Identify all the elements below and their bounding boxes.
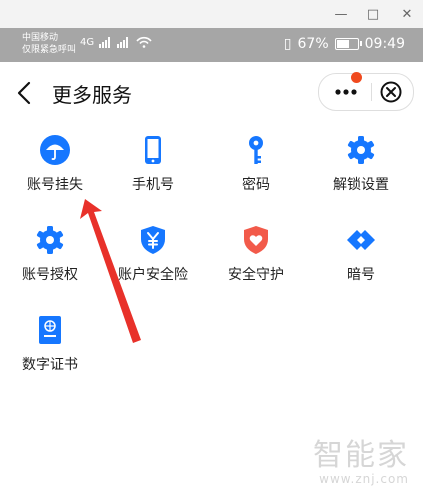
link-diamond-icon (347, 230, 375, 250)
signal-indicator: 4G (80, 36, 161, 48)
mini-program-capsule (318, 72, 414, 111)
battery-icon (334, 38, 362, 50)
close-window-button[interactable]: ✕ (396, 3, 418, 25)
circle-close-icon (380, 81, 402, 103)
service-label: 数字证书 (22, 357, 78, 373)
service-label: 账户安全险 (118, 267, 188, 283)
maximize-icon: □ (366, 6, 380, 22)
service-account-loss[interactable]: 账号挂失 (5, 126, 105, 212)
clock: 09:49 (364, 36, 405, 52)
status-bar: 中国移动 仅限紧急呼叫 4G ▯ 67% 09:49 (0, 28, 423, 62)
window-title-bar: — □ ✕ (0, 0, 423, 29)
network-type: 4G (80, 37, 95, 48)
watermark-url: www.znj.com (319, 472, 409, 486)
carrier-status: 仅限紧急呼叫 (22, 45, 77, 55)
carrier-info: 中国移动 仅限紧急呼叫 (22, 32, 76, 56)
mobile-phone-icon (145, 136, 161, 164)
yuan-shield-icon (141, 226, 165, 254)
gear-icon (347, 136, 375, 164)
service-label: 解锁设置 (333, 177, 389, 193)
service-account-insurance[interactable]: 账户安全险 (103, 216, 203, 302)
watermark: 智能家 www.znj.com (313, 438, 409, 487)
umbrella-icon (40, 135, 70, 165)
close-button[interactable] (379, 80, 403, 104)
maximize-button[interactable]: □ (362, 3, 384, 25)
service-label: 手机号 (132, 177, 174, 193)
chevron-left-icon (17, 81, 31, 105)
service-label: 安全守护 (228, 267, 284, 283)
minimize-icon: — (334, 6, 348, 22)
service-label: 暗号 (347, 267, 375, 283)
status-right: ▯ 67% 09:49 (284, 36, 405, 52)
service-secret-code[interactable]: 暗号 (311, 216, 411, 302)
close-icon: ✕ (401, 6, 413, 22)
service-label: 账号挂失 (27, 177, 83, 193)
page-title: 更多服务 (52, 83, 132, 107)
service-phone-number[interactable]: 手机号 (103, 126, 203, 212)
certificate-book-icon (39, 316, 61, 344)
service-label: 账号授权 (22, 267, 78, 283)
capsule-divider (371, 83, 372, 101)
service-label: 密码 (242, 177, 270, 193)
service-unlock-settings[interactable]: 解锁设置 (311, 126, 411, 212)
key-icon (249, 136, 263, 164)
service-digital-certificate[interactable]: 数字证书 (0, 306, 100, 392)
battery-fill (336, 40, 349, 48)
heart-shield-icon (244, 226, 268, 254)
service-security-guard[interactable]: 安全守护 (206, 216, 306, 302)
vibrate-icon: ▯ (283, 36, 292, 52)
minimize-button[interactable]: — (330, 3, 352, 25)
nav-bar: 更多服务 (0, 62, 423, 122)
watermark-logo-text: 智能家 (313, 438, 409, 473)
carrier-name: 中国移动 (22, 33, 59, 43)
more-button[interactable] (319, 72, 371, 110)
battery-percent: 67% (297, 36, 329, 52)
notification-dot (351, 72, 362, 83)
back-button[interactable] (12, 78, 38, 108)
ellipsis-icon (335, 89, 357, 95)
service-password[interactable]: 密码 (206, 126, 306, 212)
gear-icon (36, 226, 64, 254)
service-account-authorization[interactable]: 账号授权 (0, 216, 100, 302)
signal-wifi-icon (99, 36, 152, 48)
